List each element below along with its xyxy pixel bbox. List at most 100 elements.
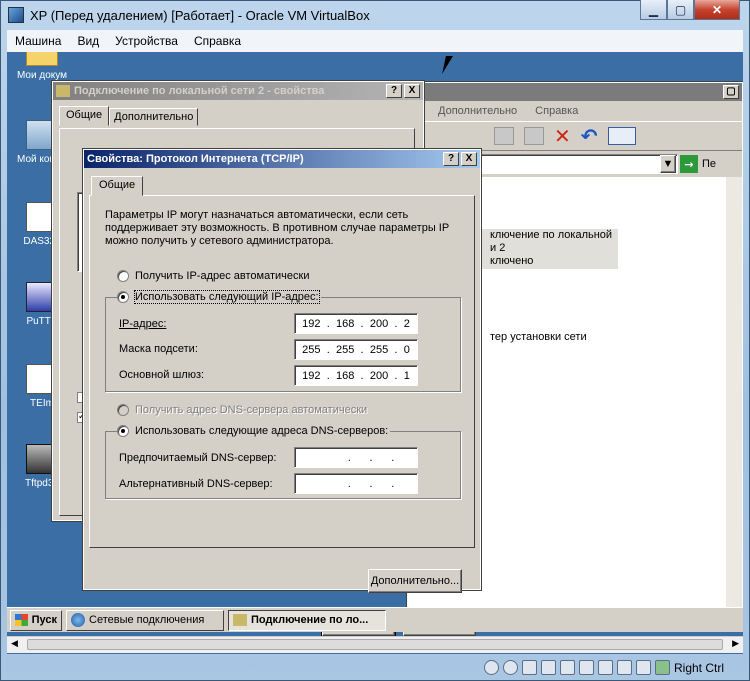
- undo-icon[interactable]: ↶: [581, 126, 598, 146]
- taskbar-item-label: Подключение по ло...: [251, 614, 369, 626]
- video-capture-icon[interactable]: [597, 660, 613, 675]
- host-key-icon: [654, 660, 670, 675]
- menu-help[interactable]: Справка: [186, 34, 249, 48]
- explorer-toolbar: ✕ ↶: [408, 121, 742, 151]
- tcpip-dialog-titlebar: Свойства: Протокол Интернета (TCP/IP) ? …: [84, 150, 480, 168]
- lan-dialog-title: Подключение по локальной сети 2 - свойст…: [74, 85, 325, 97]
- auto-dns-option: Получить адрес DNS-сервера автоматически: [117, 404, 367, 416]
- guest-screen: Мои докум Мой компь DAS324 PuTTY TEIm Tf…: [7, 52, 743, 654]
- menu-machine[interactable]: Машина: [7, 34, 69, 48]
- explorer-vscrollbar[interactable]: [726, 177, 742, 617]
- start-label: Пуск: [31, 614, 57, 626]
- taskbar-item-lan-properties[interactable]: Подключение по ло...: [228, 609, 386, 631]
- delete-icon[interactable]: ✕: [554, 126, 571, 146]
- help-button[interactable]: ?: [443, 152, 459, 166]
- gateway-field[interactable]: 192. 168. 200. 1: [294, 365, 418, 386]
- advanced-button[interactable]: Дополнительно...: [368, 569, 462, 593]
- go-label[interactable]: Пе: [702, 158, 716, 170]
- preferred-dns-label: Предпочитаемый DNS-сервер:: [119, 452, 277, 464]
- auto-ip-label: Получить IP-адрес автоматически: [135, 270, 310, 282]
- close-icon: ✕: [711, 2, 723, 17]
- preferred-dns-field[interactable]: ...: [294, 447, 418, 468]
- folder-icon: [26, 52, 58, 66]
- manual-dns-radio[interactable]: [117, 425, 129, 437]
- subnet-mask-field[interactable]: 255. 255. 255. 0: [294, 339, 418, 360]
- ip-octet-4[interactable]: 2: [404, 318, 410, 330]
- close-button[interactable]: ✕: [694, 0, 740, 20]
- tcpip-properties-dialog: Свойства: Протокол Интернета (TCP/IP) ? …: [82, 148, 482, 637]
- address-dropdown-button[interactable]: ▼: [660, 155, 676, 173]
- menu-advanced[interactable]: Дополнительно: [438, 105, 517, 117]
- ip-address-field[interactable]: 192. 168. 200. 2: [294, 313, 418, 334]
- mask-octet-3[interactable]: 255: [370, 344, 388, 356]
- ip-octet-1[interactable]: 192: [302, 318, 320, 330]
- connection-name-text-2: и 2: [490, 242, 506, 254]
- scroll-thumb[interactable]: [27, 639, 723, 650]
- auto-ip-option[interactable]: Получить IP-адрес автоматически: [117, 270, 309, 282]
- lan-dialog-titlebar: Подключение по локальной сети 2 - свойст…: [53, 82, 423, 100]
- usb-icon[interactable]: [521, 660, 537, 675]
- manual-ip-radio[interactable]: [117, 291, 129, 303]
- start-button[interactable]: Пуск: [10, 609, 62, 631]
- vbox-title-text: XP (Перед удалением) [Работает] - Oracle…: [30, 7, 370, 23]
- mask-octet-4[interactable]: 0: [404, 344, 410, 356]
- xp-taskbar: Пуск Сетевые подключения Подключение по …: [7, 607, 743, 632]
- mask-octet-1[interactable]: 255: [302, 344, 320, 356]
- ip-octet-2[interactable]: 168: [336, 318, 354, 330]
- vbox-titlebar: XP (Перед удалением) [Работает] - Oracle…: [8, 2, 608, 28]
- menu-view[interactable]: Вид: [69, 34, 107, 48]
- display-icon[interactable]: [578, 660, 594, 675]
- virtualization-icon[interactable]: [616, 660, 632, 675]
- lan-close-button[interactable]: X: [404, 84, 420, 98]
- gw-octet-3[interactable]: 200: [370, 370, 388, 382]
- ip-octet-3[interactable]: 200: [370, 318, 388, 330]
- network-adapter-icon[interactable]: [540, 660, 556, 675]
- taskbar-item-label: Сетевые подключения: [89, 614, 205, 626]
- mouse-integration-icon[interactable]: [635, 660, 651, 675]
- auto-dns-radio: [117, 404, 129, 416]
- minimize-button[interactable]: ▁: [640, 0, 667, 20]
- network-icon: [56, 85, 70, 97]
- explorer-maximize-button[interactable]: ▢: [723, 85, 739, 99]
- tcpip-dialog-title: Свойства: Протокол Интернета (TCP/IP): [87, 153, 304, 165]
- views-icon[interactable]: [607, 127, 636, 145]
- scroll-left-icon[interactable]: ◀: [11, 639, 18, 649]
- mask-octet-2[interactable]: 255: [336, 344, 354, 356]
- copy-to-icon[interactable]: [524, 127, 544, 145]
- maximize-button[interactable]: ▢: [667, 0, 694, 20]
- lan-tabs: Общие Дополнительно: [53, 100, 423, 126]
- desktop-icon-my-documents[interactable]: Мои докум: [7, 52, 77, 81]
- ip-address-label: IP-адрес:: [119, 318, 167, 330]
- gw-octet-1[interactable]: 192: [302, 370, 320, 382]
- subnet-mask-label: Маска подсети:: [119, 343, 198, 355]
- taskbar-item-network[interactable]: Сетевые подключения: [66, 609, 224, 631]
- hard-disk-icon[interactable]: [483, 660, 499, 675]
- optical-drive-icon[interactable]: [502, 660, 518, 675]
- tab-general[interactable]: Общие: [91, 176, 144, 196]
- tab-advanced[interactable]: Дополнительно: [109, 108, 199, 126]
- alternate-dns-field[interactable]: ...: [294, 473, 418, 494]
- vbox-menubar: Машина Вид Устройства Справка: [7, 30, 743, 52]
- move-to-icon[interactable]: [494, 127, 514, 145]
- gateway-label: Основной шлюз:: [119, 369, 205, 381]
- shared-folder-icon[interactable]: [559, 660, 575, 675]
- host-horizontal-scrollbar[interactable]: ◀ ▶: [7, 636, 743, 653]
- vbox-app-icon: [8, 7, 24, 23]
- explorer-titlebar: ▢: [408, 83, 742, 101]
- go-icon[interactable]: →: [680, 155, 698, 173]
- dialog-close-button[interactable]: X: [461, 152, 477, 166]
- gw-octet-4[interactable]: 1: [404, 370, 410, 382]
- scroll-right-icon[interactable]: ▶: [732, 639, 739, 649]
- auto-ip-radio[interactable]: [117, 270, 129, 282]
- host-key-label: Right Ctrl: [673, 660, 724, 675]
- manual-dns-label: Использовать следующие адреса DNS-сервер…: [135, 425, 389, 437]
- network-wizard-link[interactable]: тер установки сети: [490, 331, 587, 343]
- gw-octet-2[interactable]: 168: [336, 370, 354, 382]
- menu-devices[interactable]: Устройства: [107, 34, 186, 48]
- manual-dns-option[interactable]: Использовать следующие адреса DNS-сервер…: [117, 425, 391, 437]
- alternate-dns-label: Альтернативный DNS-сервер:: [119, 478, 273, 490]
- manual-ip-option[interactable]: Использовать следующий IP-адрес:: [117, 290, 321, 304]
- menu-help[interactable]: Справка: [535, 105, 578, 117]
- tab-general[interactable]: Общие: [59, 106, 110, 126]
- lan-help-button[interactable]: ?: [386, 84, 402, 98]
